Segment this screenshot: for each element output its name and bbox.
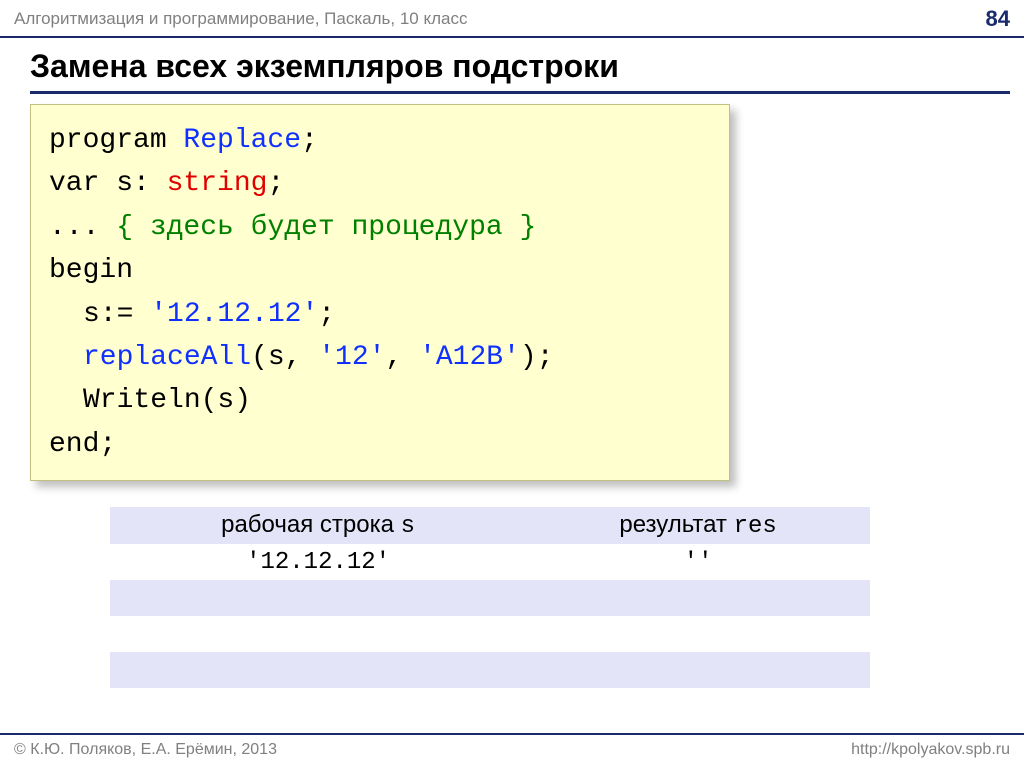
- page-title: Замена всех экземпляров подстроки: [0, 38, 1024, 91]
- header-text: рабочая строка: [221, 511, 401, 538]
- code-line: replaceAll(s, '12', 'A12B');: [49, 336, 711, 379]
- code-type: string: [167, 168, 268, 199]
- code-string: '12.12.12': [150, 299, 318, 330]
- table-header: результат res: [526, 507, 870, 544]
- code-line: var s: string;: [49, 162, 711, 205]
- table-cell: [526, 580, 870, 616]
- subject-line: Алгоритмизация и программирование, Паска…: [14, 9, 467, 29]
- code-line: program Replace;: [49, 119, 711, 162]
- code-string: 'A12B': [419, 342, 520, 373]
- code-identifier: Replace: [183, 125, 301, 156]
- code-text: (s,: [251, 342, 318, 373]
- trace-table: рабочая строка s результат res '12.12.12…: [110, 507, 870, 688]
- table-cell: '': [526, 544, 870, 580]
- code-text: ;: [318, 299, 335, 330]
- code-text: var s:: [49, 168, 167, 199]
- code-line: end;: [49, 423, 711, 466]
- table-row: '12.12.12' '': [110, 544, 870, 580]
- code-text: ;: [301, 125, 318, 156]
- code-line: Writeln(s): [49, 379, 711, 422]
- table-cell: [526, 652, 870, 688]
- header-bar: Алгоритмизация и программирование, Паска…: [0, 0, 1024, 38]
- code-text: ,: [385, 342, 419, 373]
- table-cell: [110, 652, 526, 688]
- table-cell: [526, 616, 870, 652]
- table-cell: [110, 616, 526, 652]
- code-line: s:= '12.12.12';: [49, 293, 711, 336]
- copyright-text: © К.Ю. Поляков, Е.А. Ерёмин, 2013: [14, 741, 277, 759]
- header-var: s: [401, 513, 415, 540]
- code-text: );: [520, 342, 554, 373]
- footer-bar: © К.Ю. Поляков, Е.А. Ерёмин, 2013 http:/…: [0, 733, 1024, 767]
- code-text: ;: [267, 168, 284, 199]
- header-text: результат: [619, 511, 733, 538]
- footer-url: http://kpolyakov.spb.ru: [851, 741, 1010, 759]
- code-line: ... { здесь будет процедура }: [49, 206, 711, 249]
- code-comment: { здесь будет процедура }: [116, 212, 536, 243]
- table-header: рабочая строка s: [110, 507, 526, 544]
- code-line: begin: [49, 249, 711, 292]
- code-box: program Replace; var s: string; ... { зд…: [30, 104, 730, 481]
- table-row: [110, 652, 870, 688]
- table-cell: [110, 580, 526, 616]
- header-var: res: [734, 513, 777, 540]
- table-header-row: рабочая строка s результат res: [110, 507, 870, 544]
- code-text: ...: [49, 212, 116, 243]
- code-text: program: [49, 125, 183, 156]
- code-call: replaceAll: [83, 342, 251, 373]
- code-string: '12': [318, 342, 385, 373]
- table-row: [110, 580, 870, 616]
- title-underline: [30, 91, 1010, 94]
- table-cell: '12.12.12': [110, 544, 526, 580]
- page-number: 84: [986, 6, 1010, 32]
- table-row: [110, 616, 870, 652]
- code-text: s:=: [83, 299, 150, 330]
